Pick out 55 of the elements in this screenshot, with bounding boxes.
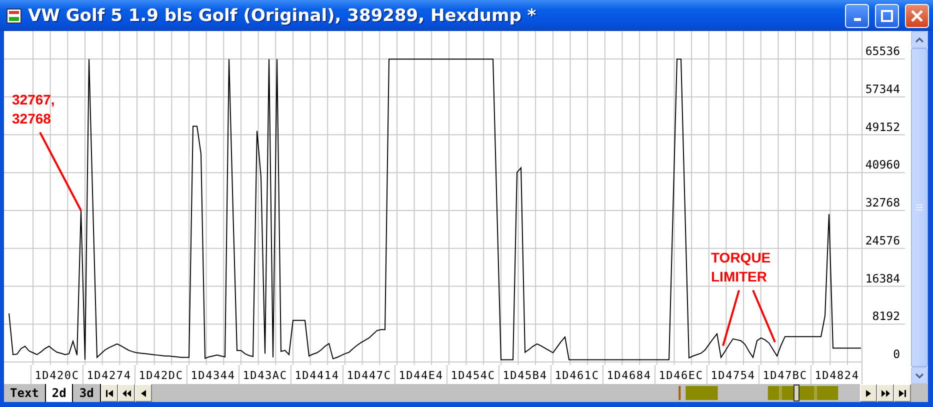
- view-tab[interactable]: 2d: [46, 384, 74, 402]
- y-tick-label: 0: [893, 347, 900, 361]
- previous-button[interactable]: [134, 384, 152, 402]
- chevron-up-icon: [915, 36, 924, 42]
- x-tick-label: 1D461C: [554, 369, 600, 382]
- y-tick-label: 24576: [865, 233, 900, 248]
- scroll-up-button[interactable]: [911, 31, 928, 48]
- y-tick-label: 57344: [865, 82, 900, 96]
- y-tick-label: 8192: [872, 309, 900, 324]
- next-button[interactable]: [860, 384, 877, 402]
- y-tick-label: 40960: [865, 158, 900, 172]
- y-tick-label: 16384: [865, 271, 900, 286]
- maximize-icon: [881, 10, 893, 22]
- x-tick-label: 1D4344: [190, 369, 236, 382]
- fast-forward-button[interactable]: [877, 384, 894, 402]
- first-button[interactable]: [100, 384, 118, 402]
- maximize-button[interactable]: [875, 4, 899, 28]
- close-button[interactable]: [905, 4, 929, 28]
- x-tick-label: 1D4274: [86, 369, 132, 382]
- x-tick-label: 1D4754: [710, 369, 756, 382]
- x-tick-label: 1D4684: [606, 369, 652, 382]
- x-tick-label: 1D42DC: [138, 369, 184, 382]
- rewind-button[interactable]: [118, 384, 135, 402]
- x-tick-label: 1D43AC: [242, 369, 288, 382]
- leader-line: [752, 290, 776, 343]
- x-tick-label: 1D420C: [34, 369, 80, 382]
- annotation-label: TORQUE LIMITER: [711, 249, 771, 284]
- x-tick-label: 1D46EC: [658, 369, 704, 382]
- annotation-label: 32767, 32768: [12, 91, 55, 126]
- close-icon: [911, 10, 923, 22]
- step-forward-icon: [864, 388, 873, 398]
- y-tick-label: 65536: [865, 44, 900, 58]
- skip-end-icon: [898, 388, 907, 398]
- step-back-icon: [138, 388, 148, 398]
- scroll-down-button[interactable]: [911, 367, 928, 384]
- minimize-button[interactable]: [845, 4, 869, 28]
- minimize-icon: [854, 18, 860, 21]
- chevron-down-icon: [915, 372, 924, 378]
- grip-icon: [916, 204, 923, 211]
- y-tick-label: 32768: [865, 196, 900, 210]
- x-tick-label: 1D4824: [814, 369, 860, 382]
- leader-line: [722, 290, 740, 346]
- document-icon: [6, 8, 22, 24]
- y-tick-label: 49152: [865, 120, 900, 134]
- x-tick-label: 1D45B4: [502, 369, 548, 382]
- skip-start-icon: [104, 388, 114, 398]
- x-tick-label: 1D44E4: [398, 369, 444, 382]
- last-button[interactable]: [894, 384, 911, 402]
- x-tick-label: 1D4414: [294, 369, 340, 382]
- x-tick-label: 1D454C: [450, 369, 496, 382]
- window-title: VW Golf 5 1.9 bls Golf (Original), 389289, Hexdump *: [28, 6, 538, 26]
- x-tick-label: 1D447C: [346, 369, 392, 382]
- x-tick-label: 1D47BC: [762, 369, 808, 382]
- rewind-icon: [122, 388, 131, 398]
- fast-forward-icon: [881, 388, 890, 398]
